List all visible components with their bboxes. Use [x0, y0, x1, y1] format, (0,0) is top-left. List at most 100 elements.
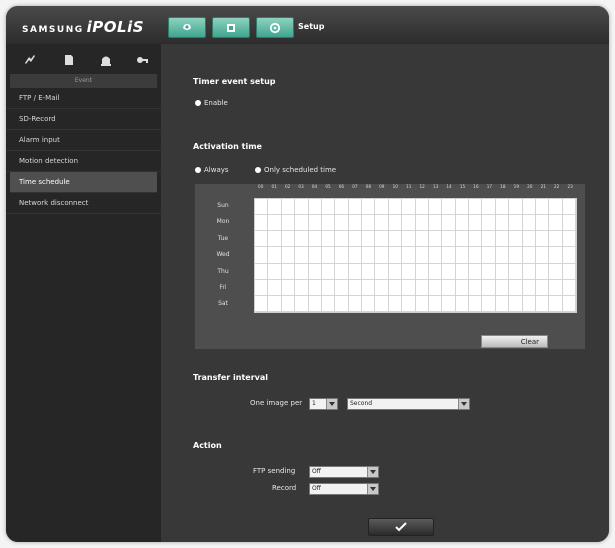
schedule-cell[interactable]: [362, 199, 376, 216]
schedule-cell[interactable]: [268, 215, 282, 232]
schedule-cell[interactable]: [415, 231, 429, 248]
schedule-cell[interactable]: [348, 263, 362, 280]
schedule-cell[interactable]: [442, 263, 456, 280]
schedule-cell[interactable]: [388, 231, 403, 248]
schedule-cell[interactable]: [455, 295, 469, 312]
schedule-cell[interactable]: [535, 199, 550, 216]
schedule-cell[interactable]: [295, 279, 309, 296]
schedule-cell[interactable]: [335, 263, 349, 280]
schedule-cell[interactable]: [362, 215, 376, 232]
schedule-cell[interactable]: [268, 247, 282, 264]
schedule-cell[interactable]: [415, 279, 429, 296]
apply-button[interactable]: [368, 518, 434, 536]
schedule-cell[interactable]: [428, 279, 443, 296]
schedule-cell[interactable]: [388, 263, 403, 280]
schedule-cell[interactable]: [362, 247, 376, 264]
schedule-cell[interactable]: [388, 199, 403, 216]
schedule-cell[interactable]: [522, 215, 536, 232]
schedule-cell[interactable]: [442, 231, 456, 248]
sidebar-item-alarm-input[interactable]: Alarm input: [6, 130, 161, 151]
schedule-cell[interactable]: [321, 279, 336, 296]
schedule-cell[interactable]: [362, 279, 376, 296]
video-setup-button[interactable]: [23, 52, 37, 66]
schedule-cell[interactable]: [268, 263, 282, 280]
system-setup-button[interactable]: [135, 52, 149, 66]
option-always[interactable]: Always: [195, 166, 229, 174]
schedule-cell[interactable]: [308, 215, 322, 232]
schedule-cell[interactable]: [442, 279, 456, 296]
schedule-cell[interactable]: [482, 263, 496, 280]
schedule-cell[interactable]: [308, 231, 322, 248]
schedule-cell[interactable]: [428, 199, 443, 216]
schedule-cell[interactable]: [495, 231, 510, 248]
tab-setup[interactable]: [256, 17, 294, 38]
schedule-cell[interactable]: [375, 263, 389, 280]
schedule-cell[interactable]: [522, 199, 536, 216]
schedule-cell[interactable]: [321, 295, 336, 312]
schedule-cell[interactable]: [295, 231, 309, 248]
schedule-cell[interactable]: [268, 295, 282, 312]
schedule-cell[interactable]: [402, 295, 416, 312]
schedule-cell[interactable]: [375, 215, 389, 232]
schedule-cell[interactable]: [281, 231, 296, 248]
schedule-cell[interactable]: [348, 215, 362, 232]
schedule-cell[interactable]: [348, 231, 362, 248]
schedule-cell[interactable]: [348, 199, 362, 216]
schedule-cell[interactable]: [308, 263, 322, 280]
event-setup-button[interactable]: [99, 52, 113, 66]
schedule-cell[interactable]: [442, 199, 456, 216]
schedule-cell[interactable]: [469, 215, 483, 232]
schedule-cell[interactable]: [388, 247, 403, 264]
schedule-cell[interactable]: [281, 295, 296, 312]
schedule-cell[interactable]: [402, 247, 416, 264]
schedule-cell[interactable]: [255, 215, 269, 232]
schedule-cell[interactable]: [442, 295, 456, 312]
schedule-cell[interactable]: [455, 231, 469, 248]
schedule-cell[interactable]: [335, 199, 349, 216]
schedule-cell[interactable]: [281, 279, 296, 296]
schedule-cell[interactable]: [495, 215, 510, 232]
schedule-cell[interactable]: [549, 247, 563, 264]
schedule-cell[interactable]: [509, 247, 523, 264]
schedule-cell[interactable]: [522, 279, 536, 296]
schedule-cell[interactable]: [482, 295, 496, 312]
schedule-cell[interactable]: [549, 263, 563, 280]
ftp-sending-select[interactable]: Off: [309, 466, 379, 478]
schedule-cell[interactable]: [562, 295, 576, 312]
schedule-cell[interactable]: [428, 247, 443, 264]
schedule-cell[interactable]: [375, 231, 389, 248]
always-radio[interactable]: [195, 167, 201, 173]
schedule-cell[interactable]: [281, 263, 296, 280]
schedule-cell[interactable]: [335, 295, 349, 312]
schedule-cell[interactable]: [388, 279, 403, 296]
schedule-cell[interactable]: [428, 231, 443, 248]
schedule-cell[interactable]: [255, 279, 269, 296]
schedule-cell[interactable]: [495, 247, 510, 264]
schedule-cell[interactable]: [415, 247, 429, 264]
schedule-cell[interactable]: [415, 263, 429, 280]
sidebar-item-time-schedule[interactable]: Time schedule: [10, 172, 157, 193]
schedule-cell[interactable]: [442, 247, 456, 264]
schedule-cell[interactable]: [402, 215, 416, 232]
schedule-cell[interactable]: [295, 215, 309, 232]
clear-button[interactable]: Clear: [481, 335, 548, 348]
schedule-cell[interactable]: [562, 263, 576, 280]
schedule-cell[interactable]: [281, 247, 296, 264]
schedule-cell[interactable]: [509, 215, 523, 232]
schedule-cell[interactable]: [321, 247, 336, 264]
schedule-cell[interactable]: [509, 295, 523, 312]
schedule-cell[interactable]: [535, 215, 550, 232]
schedule-cell[interactable]: [255, 263, 269, 280]
schedule-cell[interactable]: [255, 199, 269, 216]
schedule-cell[interactable]: [295, 247, 309, 264]
schedule-cell[interactable]: [469, 295, 483, 312]
schedule-cell[interactable]: [495, 279, 510, 296]
schedule-cell[interactable]: [549, 279, 563, 296]
schedule-cell[interactable]: [295, 263, 309, 280]
schedule-cell[interactable]: [509, 263, 523, 280]
schedule-cell[interactable]: [402, 279, 416, 296]
schedule-cell[interactable]: [562, 215, 576, 232]
schedule-cell[interactable]: [295, 295, 309, 312]
schedule-cell[interactable]: [375, 279, 389, 296]
enable-checkbox[interactable]: [195, 100, 201, 106]
